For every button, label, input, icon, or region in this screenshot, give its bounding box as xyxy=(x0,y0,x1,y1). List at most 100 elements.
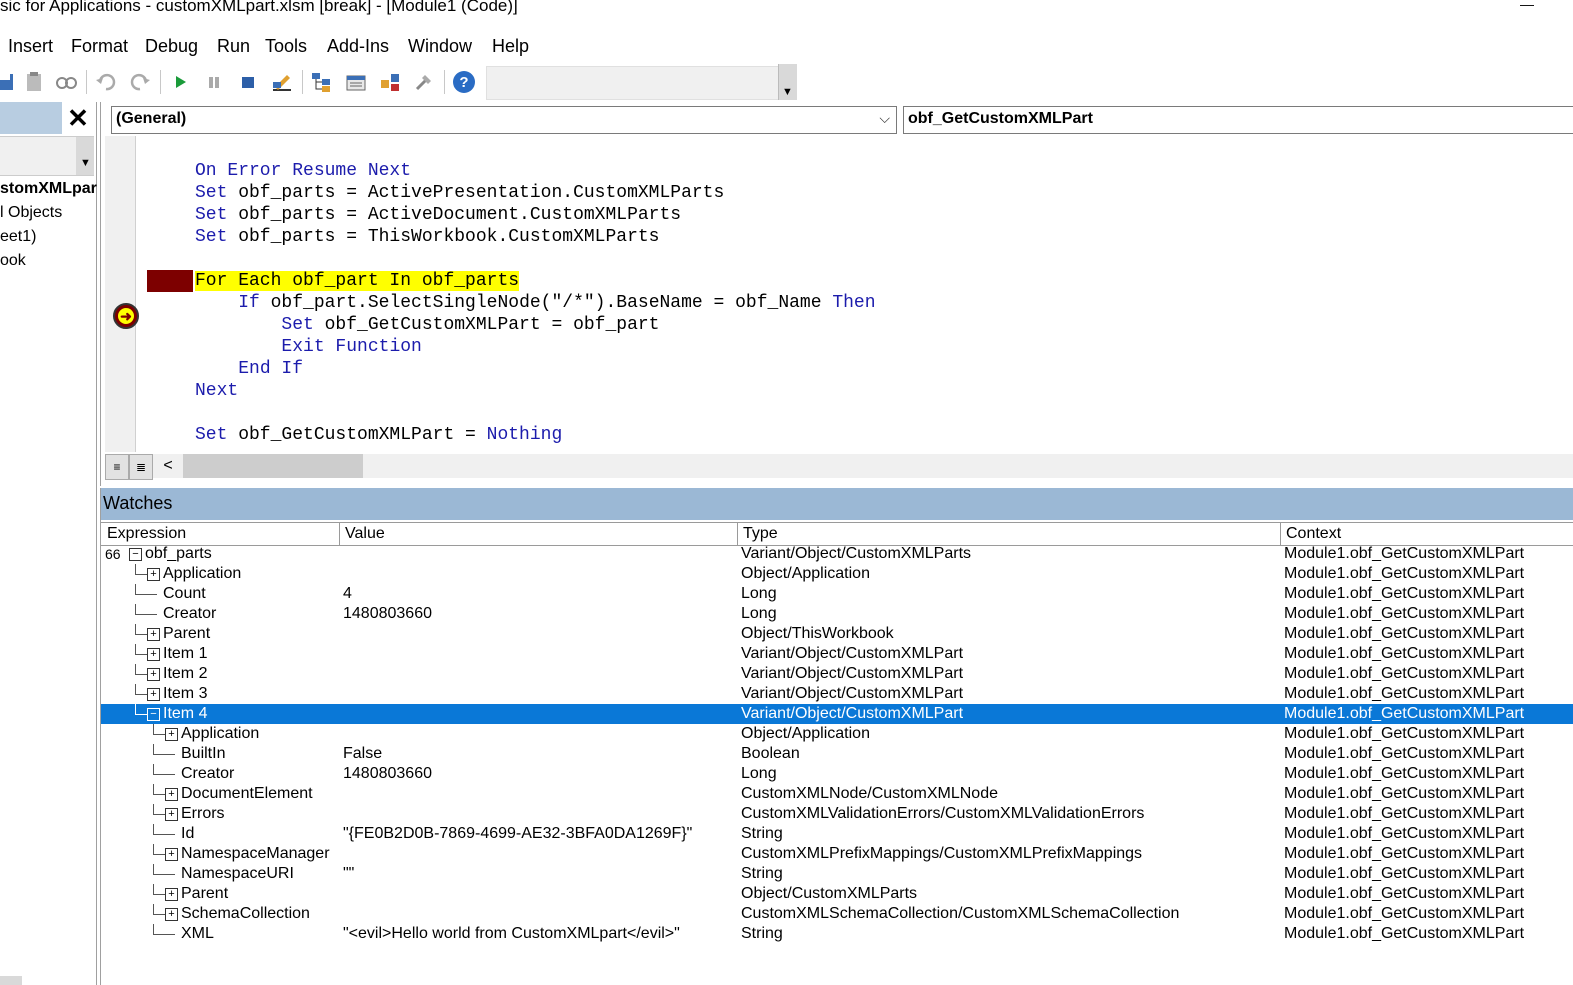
chevron-down-icon[interactable]: ⌵ xyxy=(879,110,890,127)
watch-row[interactable]: + Errors CustomXMLValidationErrors/CustomX… xyxy=(101,804,1573,824)
expand-icon[interactable]: + xyxy=(165,728,178,741)
watch-row[interactable]: 66− obf_parts Variant/Object/CustomXMLPart… xyxy=(101,544,1573,564)
expand-icon[interactable]: + xyxy=(165,888,178,901)
menu-format[interactable]: Format xyxy=(71,36,128,57)
watch-value[interactable]: "{FE0B2D0B-7869-4699-AE32-3BFA0DA1269F}" xyxy=(343,824,692,844)
column-value[interactable]: Value xyxy=(345,525,385,543)
watch-row[interactable]: NamespaceURI "" String Module1.obf_GetCusto… xyxy=(101,864,1573,884)
column-type[interactable]: Type xyxy=(743,525,778,543)
watch-row[interactable]: + Item 3 Variant/Object/CustomXMLPart Modul… xyxy=(101,684,1573,704)
watch-row[interactable]: BuiltIn False Boolean Module1.obf_GetCustom… xyxy=(101,744,1573,764)
scroll-left-icon[interactable]: < xyxy=(157,454,179,478)
watch-row[interactable]: + Application Object/Application Module1.ob… xyxy=(101,564,1573,584)
design-mode-icon[interactable] xyxy=(270,70,294,94)
run-icon[interactable] xyxy=(168,70,192,94)
code-line[interactable]: Next xyxy=(195,380,238,402)
project-node-thisworkbook[interactable]: ook xyxy=(0,252,26,270)
expand-icon[interactable]: + xyxy=(147,668,160,681)
reset-icon[interactable] xyxy=(236,70,260,94)
code-editor[interactable]: On Error Resume Next Set obf_parts = Acti… xyxy=(141,136,1561,452)
watch-value[interactable]: 1480803660 xyxy=(343,764,432,784)
watch-row[interactable]: − Item 4 Variant/Object/CustomXMLPart Modul… xyxy=(101,704,1573,724)
project-node-sheet1[interactable]: eet1) xyxy=(0,228,36,246)
watch-row[interactable]: + Parent Object/ThisWorkbook Module1.obf_Ge… xyxy=(101,624,1573,644)
collapse-icon[interactable]: − xyxy=(129,548,142,561)
watch-value[interactable]: 1480803660 xyxy=(343,604,432,624)
watch-row[interactable]: Creator 1480803660 Long Module1.obf_GetCust… xyxy=(101,604,1573,624)
title-bar: sic for Applications - customXMLpart.xls… xyxy=(0,0,1573,28)
toolbox-icon[interactable] xyxy=(412,70,436,94)
code-line[interactable]: For Each obf_part In obf_parts xyxy=(195,270,520,292)
watch-context: Module1.obf_GetCustomXMLPart xyxy=(1284,905,1525,922)
watch-value[interactable]: False xyxy=(343,744,382,764)
margin-indicator-bar[interactable]: ➜ xyxy=(105,136,139,452)
code-line[interactable]: Set obf_parts = ActivePresentation.Custo… xyxy=(195,182,724,204)
code-line[interactable]: On Error Resume Next xyxy=(195,160,411,182)
expand-icon[interactable]: + xyxy=(147,688,160,701)
code-line[interactable]: Set obf_parts = ThisWorkbook.CustomXMLPa… xyxy=(195,226,659,248)
expand-icon[interactable]: + xyxy=(165,848,178,861)
redo-icon[interactable] xyxy=(128,70,152,94)
watch-type: Object/ThisWorkbook xyxy=(741,625,894,642)
find-icon[interactable] xyxy=(54,70,78,94)
menu-run[interactable]: Run xyxy=(217,36,250,57)
code-line[interactable]: Exit Function xyxy=(195,336,421,358)
help-icon[interactable]: ? xyxy=(452,70,476,94)
watch-type: Variant/Object/CustomXMLParts xyxy=(741,545,972,562)
menu-help[interactable]: Help xyxy=(492,36,529,57)
menu-window[interactable]: Window xyxy=(408,36,472,57)
watch-context: Module1.obf_GetCustomXMLPart xyxy=(1284,885,1525,902)
code-line[interactable]: Set obf_GetCustomXMLPart = Nothing xyxy=(195,424,562,446)
column-context[interactable]: Context xyxy=(1286,525,1341,543)
object-combo[interactable]: (General) ⌵ xyxy=(111,106,897,134)
watch-row[interactable]: Count 4 Long Module1.obf_GetCustomXMLPart xyxy=(101,584,1573,604)
expand-icon[interactable]: + xyxy=(147,648,160,661)
watch-row[interactable]: + Item 1 Variant/Object/CustomXMLPart Modul… xyxy=(101,644,1573,664)
scrollbar[interactable] xyxy=(0,976,22,985)
watch-value[interactable]: 4 xyxy=(343,584,352,604)
expand-icon[interactable]: + xyxy=(165,808,178,821)
break-icon[interactable] xyxy=(202,70,226,94)
expand-icon[interactable]: + xyxy=(147,628,160,641)
watch-row[interactable]: Creator 1480803660 Long Module1.obf_GetCust… xyxy=(101,764,1573,784)
full-module-view-button[interactable]: ≣ xyxy=(129,454,153,480)
paste-icon[interactable] xyxy=(22,70,46,94)
code-line[interactable]: If obf_part.SelectSingleNode("/*").BaseN… xyxy=(195,292,875,314)
menu-insert[interactable]: Insert xyxy=(8,36,53,57)
menu-debug[interactable]: Debug xyxy=(145,36,198,57)
code-line[interactable]: Set obf_parts = ActiveDocument.CustomXML… xyxy=(195,204,681,226)
expand-icon[interactable]: + xyxy=(165,788,178,801)
save-icon[interactable] xyxy=(0,70,18,94)
project-node-objects[interactable]: l Objects xyxy=(0,204,62,222)
column-expression[interactable]: Expression xyxy=(107,525,186,543)
menu-tools[interactable]: Tools xyxy=(265,36,307,57)
toolbar-options-button[interactable]: ▼ xyxy=(778,64,797,100)
watch-row[interactable]: + SchemaCollection CustomXMLSchemaCollecti… xyxy=(101,904,1573,924)
chevron-down-icon[interactable]: ▼ xyxy=(76,137,94,175)
properties-icon[interactable] xyxy=(344,70,368,94)
minimize-button[interactable]: — xyxy=(1518,0,1536,11)
procedure-combo[interactable]: obf_GetCustomXMLPart xyxy=(903,106,1573,134)
watch-row[interactable]: + NamespaceManager CustomXMLPrefixMappings… xyxy=(101,844,1573,864)
watch-value[interactable]: "<evil>Hello world from CustomXMLpart</e… xyxy=(343,924,680,944)
code-line[interactable]: Set obf_GetCustomXMLPart = obf_part xyxy=(195,314,659,336)
project-explorer-icon[interactable] xyxy=(310,70,334,94)
watch-row[interactable]: XML "<evil>Hello world from CustomXMLpart… xyxy=(101,924,1573,944)
watch-value[interactable]: "" xyxy=(343,864,354,884)
menu-add-ins[interactable]: Add-Ins xyxy=(327,36,389,57)
expand-icon[interactable]: + xyxy=(147,568,160,581)
undo-icon[interactable] xyxy=(94,70,118,94)
close-icon[interactable]: ✕ xyxy=(64,104,92,132)
project-node-vbaproject[interactable]: stomXMLpar xyxy=(0,180,97,198)
watch-row[interactable]: + DocumentElement CustomXMLNode/CustomXMLN… xyxy=(101,784,1573,804)
watch-row[interactable]: Id "{FE0B2D0B-7869-4699-AE32-3BFA0DA1269F… xyxy=(101,824,1573,844)
horizontal-scrollbar-thumb[interactable] xyxy=(183,454,363,478)
watch-row[interactable]: + Application Object/Application Module1.ob… xyxy=(101,724,1573,744)
watch-row[interactable]: + Parent Object/CustomXMLParts Module1.obf_… xyxy=(101,884,1573,904)
code-line[interactable]: End If xyxy=(195,358,303,380)
collapse-icon[interactable]: − xyxy=(147,708,160,721)
object-browser-icon[interactable] xyxy=(378,70,402,94)
watch-row[interactable]: + Item 2 Variant/Object/CustomXMLPart Modul… xyxy=(101,664,1573,684)
expand-icon[interactable]: + xyxy=(165,908,178,921)
procedure-view-button[interactable]: ≡ xyxy=(105,454,129,480)
